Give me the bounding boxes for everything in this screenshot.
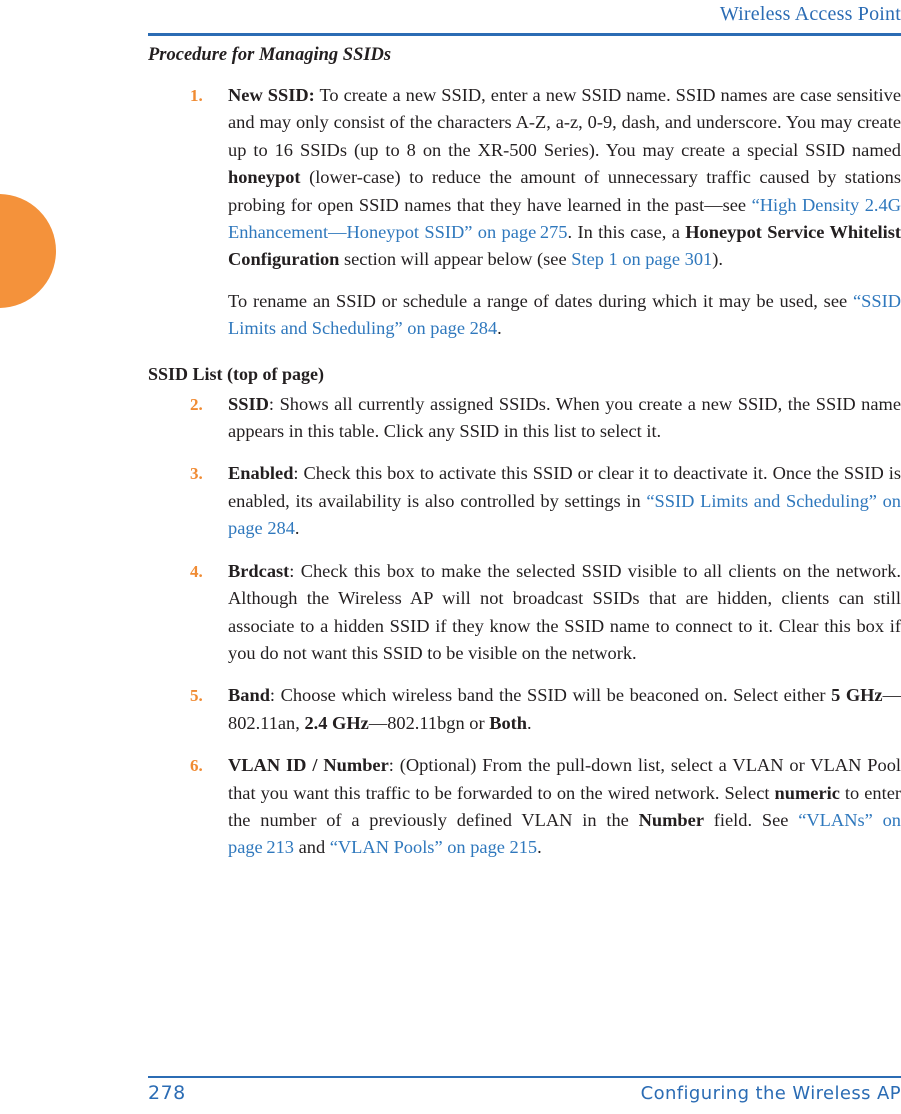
list-marker: 1.	[190, 86, 203, 105]
list-item-text: SSID: Shows all currently assigned SSIDs…	[228, 393, 901, 442]
rename-paragraph: To rename an SSID or schedule a range of…	[228, 290, 901, 339]
list-item: 2. SSID: Shows all currently assigned SS…	[148, 391, 901, 446]
list-item-text: VLAN ID / Number: (Optional) From the pu…	[228, 755, 901, 858]
procedure-list-part-two: 2. SSID: Shows all currently assigned SS…	[148, 391, 901, 862]
header-divider	[148, 33, 901, 36]
running-header-title: Wireless Access Point	[719, 3, 901, 25]
procedure-list-part-one: 1. New SSID: To create a new SSID, enter…	[148, 82, 901, 274]
list-item-text: Band: Choose which wireless band the SSI…	[228, 685, 901, 733]
list-item-text: Enabled: Check this box to activate this…	[228, 463, 901, 539]
list-item: 5. Band: Choose which wireless band the …	[148, 682, 901, 737]
footer-chapter-title: Configuring the Wireless AP	[640, 1083, 901, 1104]
running-header: Wireless Access Point	[148, 0, 901, 36]
orange-thumb-tab-icon	[0, 194, 56, 308]
list-item: 1. New SSID: To create a new SSID, enter…	[148, 82, 901, 274]
page-body: Procedure for Managing SSIDs 1. New SSID…	[148, 42, 901, 862]
list-item-text: Brdcast: Check this box to make the sele…	[228, 560, 901, 663]
list-marker: 5.	[190, 686, 203, 706]
footer-divider	[148, 1076, 901, 1078]
list-marker: 2.	[190, 394, 203, 414]
list-marker: 4.	[190, 561, 203, 581]
list-item: 4. Brdcast: Check this box to make the s…	[148, 558, 901, 668]
list-marker: 6.	[190, 756, 203, 776]
page-footer: 278 Configuring the Wireless AP	[148, 1082, 901, 1104]
section-heading: Procedure for Managing SSIDs	[148, 45, 392, 65]
document-page: Wireless Access Point Procedure for Mana…	[0, 0, 901, 1114]
list-item-text: New SSID: To create a new SSID, enter a …	[228, 85, 901, 270]
list-item: 3. Enabled: Check this box to activate t…	[148, 460, 901, 542]
list-marker: 3.	[190, 464, 203, 484]
list-item: 6. VLAN ID / Number: (Optional) From the…	[148, 752, 901, 862]
sub-heading: SSID List (top of page)	[148, 363, 325, 384]
footer-page-number: 278	[148, 1082, 186, 1104]
